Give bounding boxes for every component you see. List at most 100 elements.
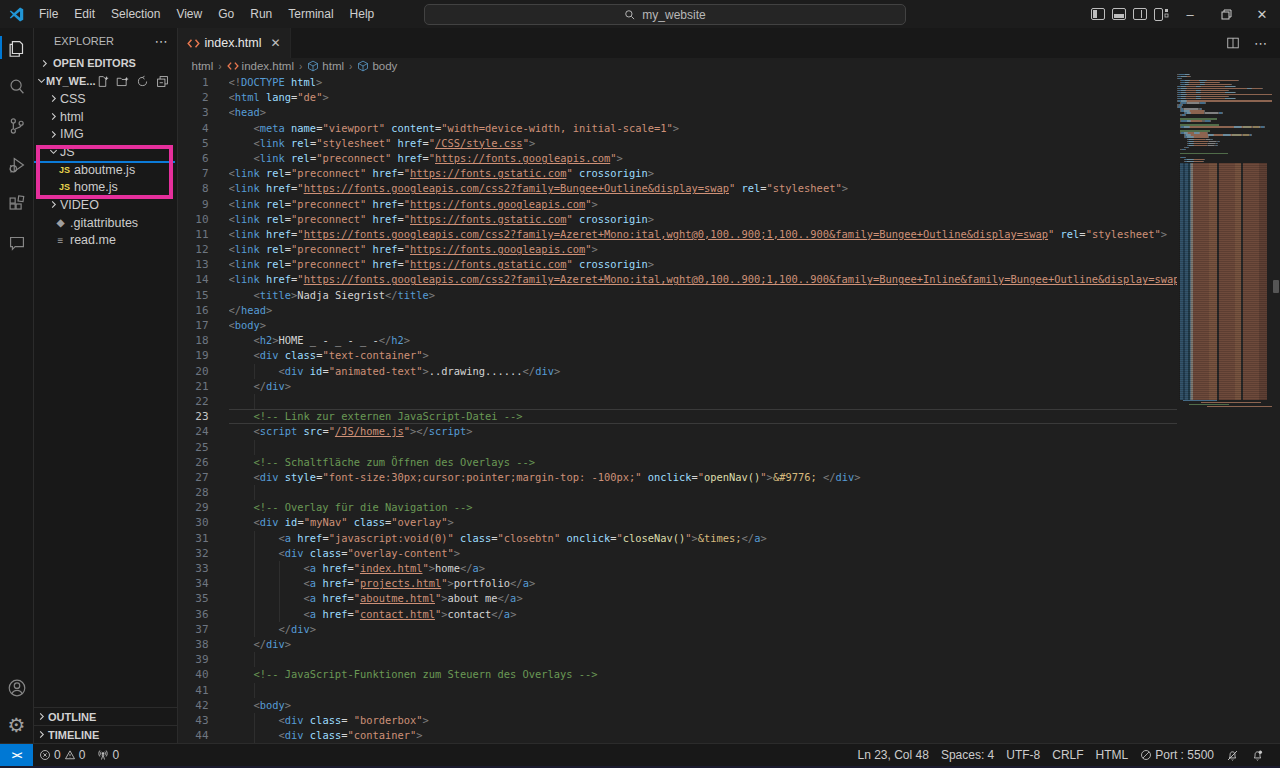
activitybar-chat[interactable]	[0, 223, 33, 262]
remote-indicator[interactable]: ><	[0, 744, 33, 766]
chevron-right-icon	[40, 59, 49, 68]
indentation[interactable]: Spaces: 4	[941, 748, 994, 762]
customize-layout-icon[interactable]	[1154, 8, 1169, 20]
new-file-icon[interactable]	[96, 75, 109, 88]
code-line-39: 39	[178, 652, 1280, 667]
menu-run[interactable]: Run	[242, 0, 280, 28]
tab-close-icon[interactable]: ✕	[271, 36, 281, 50]
code-line-29: 29 <!-- Overlay für die Navigation -->	[178, 500, 1280, 515]
split-editor-icon[interactable]	[1226, 36, 1240, 50]
accounts-icon[interactable]	[0, 669, 33, 706]
port-indicator[interactable]: Port : 5500	[1140, 748, 1214, 762]
code-line-7: 7<link rel="preconnect" href="https://fo…	[178, 166, 1280, 181]
editor-scrollbar[interactable]	[1272, 74, 1280, 743]
menu-view[interactable]: View	[168, 0, 210, 28]
notifications[interactable]	[1251, 749, 1264, 762]
ports-indicator[interactable]: 0	[97, 748, 119, 762]
menu-go[interactable]: Go	[210, 0, 242, 28]
breadcrumb-body[interactable]: body	[357, 60, 397, 72]
encoding[interactable]: UTF-8	[1006, 748, 1040, 762]
minimap[interactable]	[1177, 74, 1272, 743]
html-file-icon	[227, 61, 239, 71]
activitybar-extensions[interactable]	[0, 184, 33, 223]
chevron-right-icon	[46, 110, 60, 124]
toggle-secondary-sidebar-icon[interactable]	[1133, 8, 1147, 20]
menu-edit[interactable]: Edit	[66, 0, 103, 28]
outline-section[interactable]: OUTLINE	[34, 707, 177, 725]
activitybar-search[interactable]	[0, 67, 33, 106]
files-icon	[6, 37, 28, 59]
settings-gear-icon[interactable]: ⚙	[0, 706, 33, 743]
code-line-25: 25	[178, 440, 1280, 455]
timeline-section[interactable]: TIMELINE	[34, 725, 177, 743]
collapse-all-icon[interactable]	[156, 75, 169, 88]
workspace-root-folder[interactable]: MY_WE...	[34, 72, 177, 90]
command-center-search[interactable]: my_website	[424, 4, 906, 25]
code-line-33: 33 <a href="index.html">home</a>	[178, 561, 1280, 576]
explorer-more-actions-icon[interactable]: ⋯	[155, 34, 169, 49]
outline-label: OUTLINE	[48, 711, 96, 723]
code-line-6: 6 <link rel="preconnect" href="https://f…	[178, 151, 1280, 166]
chevron-right-icon	[37, 730, 46, 739]
tree-item-label: CSS	[60, 92, 86, 106]
activitybar-source-control[interactable]	[0, 106, 33, 145]
do-not-disturb[interactable]	[1226, 749, 1239, 762]
code-line-42: 42 <body>	[178, 698, 1280, 713]
eol-sequence[interactable]: CRLF	[1052, 748, 1083, 762]
problems-indicator[interactable]: 0 0	[39, 748, 85, 762]
activity-bar: ⚙	[0, 28, 34, 743]
tree-item-read-me[interactable]: ≡read.me	[34, 232, 177, 250]
account-icon	[6, 677, 28, 699]
menu-selection[interactable]: Selection	[103, 0, 168, 28]
open-editors-label: OPEN EDITORS	[53, 57, 136, 69]
timeline-label: TIMELINE	[48, 729, 99, 741]
editor-more-actions-icon[interactable]: ⋯	[1254, 36, 1268, 51]
cursor-position[interactable]: Ln 23, Col 48	[858, 748, 929, 762]
code-line-2: 2<html lang="de">	[178, 90, 1280, 105]
code-line-36: 36 <a href="contact.html">contact</a>	[178, 607, 1280, 622]
menu-terminal[interactable]: Terminal	[280, 0, 341, 28]
git-file-icon: ◆	[53, 217, 68, 228]
activitybar-run-debug[interactable]	[0, 145, 33, 184]
activitybar-explorer[interactable]	[0, 28, 33, 67]
code-editor[interactable]: 1<!DOCTYPE html>2<html lang="de">3<head>…	[178, 74, 1280, 743]
code-line-24: 24 <script src="/JS/home.js"></script>	[178, 424, 1280, 439]
breadcrumb-separator: ›	[299, 61, 302, 72]
menu-file[interactable]: File	[31, 0, 66, 28]
tab-bar: index.html ✕ ⋯	[178, 28, 1280, 58]
code-line-1: 1<!DOCTYPE html>	[178, 75, 1280, 90]
breadcrumb-index.html[interactable]: index.html	[227, 60, 294, 72]
menu-help[interactable]: Help	[342, 0, 383, 28]
symbol-icon	[307, 60, 322, 72]
tree-item-html[interactable]: html	[34, 108, 177, 126]
code-line-11: 11<link href="https://fonts.googleapis.c…	[178, 227, 1280, 242]
annotation-highlight-box	[36, 145, 173, 199]
tree-item-label: html	[60, 110, 84, 124]
code-line-34: 34 <a href="projects.html">portfolio</a>	[178, 576, 1280, 591]
tree-item--gitattributes[interactable]: ◆.gitattributes	[34, 214, 177, 232]
bell-icon	[1251, 749, 1264, 762]
refresh-icon[interactable]	[136, 75, 149, 88]
code-line-10: 10<link rel="preconnect" href="https://f…	[178, 212, 1280, 227]
new-folder-icon[interactable]	[116, 75, 129, 88]
tab-index-html[interactable]: index.html ✕	[178, 28, 291, 58]
search-value: my_website	[642, 8, 705, 22]
code-line-38: 38 </div>	[178, 637, 1280, 652]
open-editors-section[interactable]: OPEN EDITORS	[34, 54, 177, 72]
breadcrumb-html[interactable]: html	[307, 60, 344, 72]
symbol-icon	[357, 60, 372, 72]
language-mode[interactable]: HTML	[1096, 748, 1129, 762]
breadcrumb-separator: ›	[349, 61, 352, 72]
toggle-panel-icon[interactable]	[1112, 8, 1126, 20]
tree-item-img[interactable]: IMG	[34, 125, 177, 143]
toggle-sidebar-icon[interactable]	[1091, 8, 1105, 20]
code-line-4: 4 <meta name="viewport" content="width=d…	[178, 121, 1280, 136]
chevron-right-icon	[46, 198, 60, 212]
tree-item-css[interactable]: CSS	[34, 90, 177, 108]
close-button[interactable]: ✕	[1244, 0, 1280, 28]
code-line-35: 35 <a href="aboutme.html">about me</a>	[178, 591, 1280, 606]
chevron-right-icon	[46, 127, 60, 141]
restore-button[interactable]	[1208, 0, 1244, 28]
breadcrumb-html[interactable]: html	[192, 60, 214, 72]
minimize-button[interactable]: –	[1172, 0, 1208, 28]
